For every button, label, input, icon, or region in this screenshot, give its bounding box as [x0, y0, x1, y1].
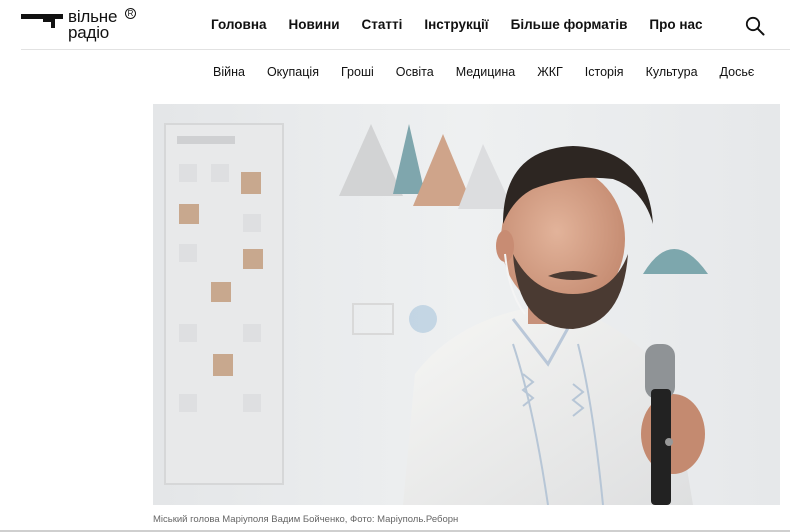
category-education[interactable]: Освіта: [396, 65, 434, 79]
header-divider: [21, 49, 790, 50]
category-war[interactable]: Війна: [213, 65, 245, 79]
nav-item-news[interactable]: Новини: [289, 17, 340, 32]
nav-item-articles[interactable]: Статті: [362, 17, 403, 32]
main-nav: Головна Новини Статті Інструкції Більше …: [211, 17, 703, 32]
category-culture[interactable]: Культура: [646, 65, 698, 79]
category-money[interactable]: Гроші: [341, 65, 374, 79]
category-dossier[interactable]: Досьє: [720, 65, 755, 79]
search-button[interactable]: [745, 16, 765, 36]
registered-mark: R: [125, 8, 136, 19]
article-photo: [153, 104, 780, 505]
site-logo[interactable]: вільне радіо R: [21, 8, 141, 44]
logo-mark-icon: [21, 14, 63, 28]
nav-item-home[interactable]: Головна: [211, 17, 267, 32]
article-photo-image: [153, 104, 780, 505]
photo-caption: Міський голова Маріуполя Вадим Бойченко,…: [153, 514, 459, 525]
category-history[interactable]: Історія: [585, 65, 624, 79]
logo-line-2: радіо: [68, 23, 110, 42]
category-utilities[interactable]: ЖКГ: [537, 65, 563, 79]
nav-item-instructions[interactable]: Інструкції: [424, 17, 488, 32]
search-icon: [745, 16, 765, 36]
nav-item-more-formats[interactable]: Більше форматів: [511, 17, 628, 32]
category-nav: Війна Окупація Гроші Освіта Медицина ЖКГ…: [213, 65, 754, 79]
site-header: вільне радіо R Головна Новини Статті Інс…: [0, 0, 790, 50]
nav-item-about[interactable]: Про нас: [649, 17, 702, 32]
category-occupation[interactable]: Окупація: [267, 65, 319, 79]
logo-text: вільне радіо: [68, 8, 117, 42]
category-medicine[interactable]: Медицина: [456, 65, 516, 79]
